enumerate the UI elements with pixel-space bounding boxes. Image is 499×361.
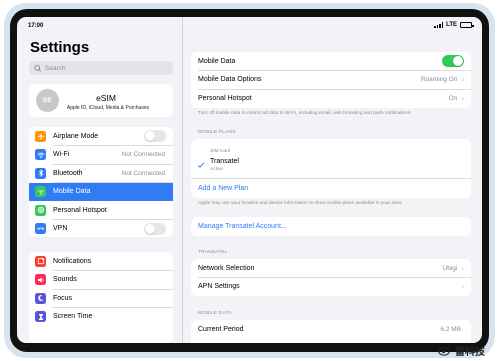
bluetooth-status: Not Connected — [121, 169, 165, 177]
chevron-right-icon: › — [461, 93, 464, 103]
moon-icon — [35, 292, 46, 304]
row-label: APN Settings — [198, 283, 240, 291]
plan-row-transatel[interactable]: Transatel Active — [191, 156, 471, 174]
plan-status: Active — [210, 167, 224, 172]
chevron-right-icon: › — [461, 263, 464, 273]
sidebar-item-wifi[interactable]: Wi-Fi Not Connected — [29, 146, 173, 165]
manage-account-group: Manage Transatel Account... — [191, 217, 471, 236]
row-label: Current Period — [198, 325, 244, 333]
speaker-icon — [35, 274, 46, 286]
row-value: 6,2 MB — [440, 325, 461, 333]
settings-sidebar: Settings Search DE eSIM Apple ID, iCloud… — [17, 17, 182, 343]
page-title: Settings — [30, 39, 90, 56]
mobile-data-footnote: Turn off mobile data to restrict all dat… — [198, 111, 412, 116]
sidebar-item-label: Airplane Mode — [53, 132, 99, 140]
mobile-data-detail: Mobile Data Mobile Data Options Roaming … — [182, 17, 482, 343]
sidebar-item-label: Notifications — [53, 257, 92, 265]
mobile-data-row[interactable]: Mobile Data — [191, 52, 471, 71]
bluetooth-icon — [35, 167, 46, 179]
sidebar-item-label: Mobile Data — [53, 188, 91, 196]
sidebar-item-label: VPN — [53, 225, 68, 233]
profile-name: eSIM — [96, 93, 116, 103]
wifi-status: Not Connected — [121, 151, 165, 159]
apple-id-profile[interactable]: DE eSIM Apple ID, iCloud, Media & Purcha… — [29, 84, 173, 117]
antenna-icon — [35, 186, 46, 198]
notifications-group: Notifications Sounds Focus Screen Time — [29, 252, 173, 343]
mobile-plans-group: SIM Card Transatel Active Add a New Plan — [191, 139, 471, 198]
section-header-transatel: TRANSATEL — [198, 250, 228, 255]
row-label: Personal Hotspot — [198, 94, 252, 102]
row-value: Ubigi — [442, 264, 458, 272]
current-period-row: Current Period 6,2 MB — [191, 320, 471, 339]
apn-settings-row[interactable]: APN Settings › — [191, 278, 471, 297]
watermark-text: 雷科技 — [455, 347, 485, 358]
personal-hotspot-row[interactable]: Personal Hotspot On › — [191, 89, 471, 108]
network-selection-row[interactable]: Network Selection Ubigi › — [191, 259, 471, 278]
sidebar-item-bluetooth[interactable]: Bluetooth Not Connected — [29, 164, 173, 183]
row-value: Roaming On — [420, 76, 458, 84]
sidebar-item-label: Focus — [53, 294, 73, 302]
manage-account-button[interactable]: Manage Transatel Account... — [191, 217, 471, 236]
sidebar-item-label: Bluetooth — [53, 169, 83, 177]
vpn-toggle[interactable] — [144, 222, 166, 235]
manage-account-label: Manage Transatel Account... — [198, 222, 287, 230]
sidebar-item-focus[interactable]: Focus — [29, 289, 173, 308]
row-label: Network Selection — [198, 264, 255, 272]
sidebar-item-screen-time[interactable]: Screen Time — [29, 308, 173, 327]
search-placeholder: Search — [45, 64, 66, 72]
mobile-plans-footnote: Apple may use your location and device i… — [198, 201, 403, 206]
airplane-icon — [35, 130, 46, 142]
mobile-data-options-row[interactable]: Mobile Data Options Roaming On › — [191, 71, 471, 90]
sidebar-item-mobile-data[interactable]: Mobile Data — [29, 182, 173, 201]
divider — [191, 178, 471, 179]
section-header-mobile-plans: MOBILE PLANS — [198, 130, 236, 135]
sidebar-item-label: Wi-Fi — [53, 151, 70, 159]
sidebar-item-vpn[interactable]: VPN VPN — [29, 220, 173, 238]
sidebar-item-label: Personal Hotspot — [53, 206, 107, 214]
sidebar-item-personal-hotspot[interactable]: Personal Hotspot — [29, 201, 173, 220]
hotspot-icon — [35, 204, 46, 216]
sidebar-item-label: Sounds — [53, 276, 77, 284]
connectivity-group: Airplane Mode Wi-Fi Not Connected Blueto… — [29, 127, 173, 237]
search-icon — [34, 64, 42, 72]
add-plan-label: Add a New Plan — [198, 184, 249, 192]
vpn-icon: VPN — [35, 223, 46, 235]
mobile-data-group: Mobile Data Mobile Data Options Roaming … — [191, 52, 471, 108]
mobile-data-toggle[interactable] — [442, 55, 464, 68]
chevron-right-icon: › — [461, 282, 464, 292]
add-new-plan-button[interactable]: Add a New Plan — [198, 181, 248, 195]
sidebar-item-label: Screen Time — [53, 313, 93, 321]
plan-name: Transatel — [210, 158, 239, 165]
usage-group: Current Period 6,2 MB — [191, 320, 471, 343]
row-value: On — [448, 94, 458, 102]
notifications-icon — [35, 255, 46, 267]
chevron-right-icon: › — [461, 75, 464, 85]
section-header-mobile-data: MOBILE DATA — [198, 311, 232, 316]
screen: 17:00 LTE Settings Search DE eSIM Apple … — [17, 17, 482, 343]
watermark: 雷科技 — [438, 343, 485, 358]
profile-subtitle: Apple ID, iCloud, Media & Purchases — [66, 105, 150, 111]
sim-card-label: SIM Card — [210, 149, 231, 154]
sidebar-item-sounds[interactable]: Sounds — [29, 271, 173, 290]
transatel-group: Network Selection Ubigi › APN Settings › — [191, 259, 471, 296]
sidebar-item-notifications[interactable]: Notifications — [29, 252, 173, 271]
hourglass-icon — [35, 311, 46, 323]
search-field[interactable]: Search — [29, 61, 173, 75]
sidebar-item-airplane-mode[interactable]: Airplane Mode — [29, 127, 173, 146]
row-label: Mobile Data — [198, 57, 236, 65]
vpn-icon-text: VPN — [36, 226, 45, 231]
row-label: Mobile Data Options — [198, 76, 262, 84]
checkmark-icon — [197, 162, 205, 168]
airplane-mode-toggle[interactable] — [144, 130, 166, 143]
weibo-logo-icon — [438, 345, 452, 356]
wifi-icon — [35, 149, 46, 161]
